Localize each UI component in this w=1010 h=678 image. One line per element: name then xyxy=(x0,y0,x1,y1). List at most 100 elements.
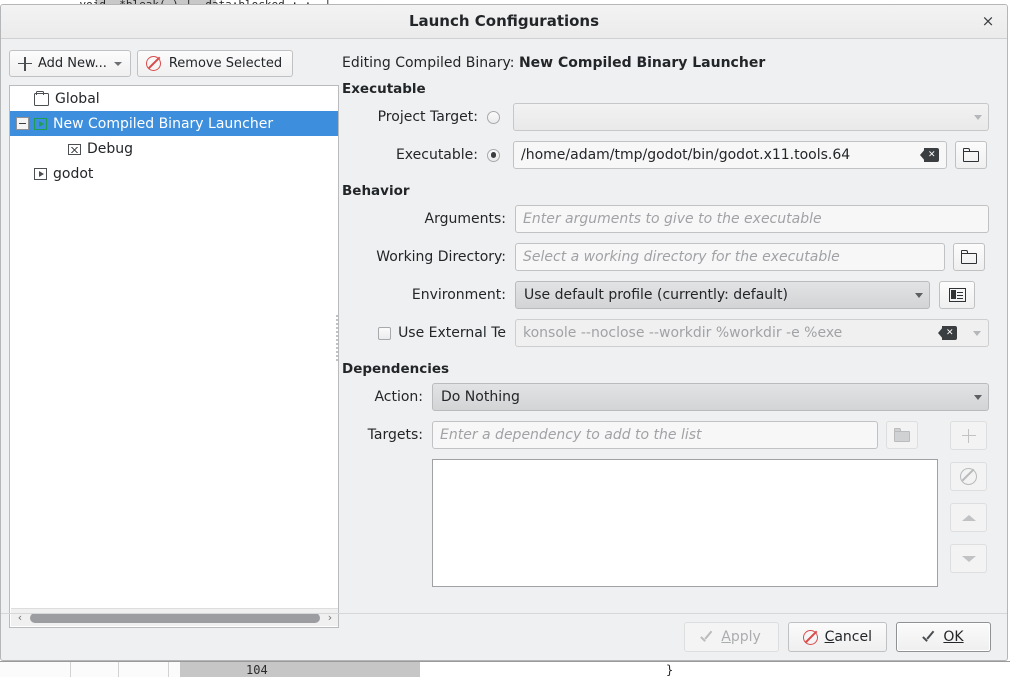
environment-value: Use default profile (currently: default) xyxy=(524,287,788,303)
working-directory-label: Working Directory: xyxy=(342,249,515,265)
cancel-button[interactable]: Cancel xyxy=(788,622,887,652)
ban-icon xyxy=(960,468,977,485)
configurations-tree[interactable]: Global New Compiled Binary Launcher Debu… xyxy=(9,85,339,628)
targets-input[interactable]: Enter a dependency to add to the list xyxy=(432,421,878,449)
working-directory-placeholder: Select a working directory for the execu… xyxy=(523,249,840,265)
remove-selected-label: Remove Selected xyxy=(169,56,282,71)
background-bottom-selection xyxy=(180,662,420,677)
external-terminal-row: Use External Te konsole --noclose --work… xyxy=(342,319,1002,347)
configuration-editor-pane: Editing Compiled Binary: New Compiled Bi… xyxy=(342,50,1002,628)
executable-radio[interactable] xyxy=(487,149,500,162)
ok-button[interactable]: OK xyxy=(896,622,991,652)
group-header-behavior: Behavior xyxy=(342,183,1002,199)
targets-label: Targets: xyxy=(342,427,432,443)
arguments-row: Arguments: Enter arguments to give to th… xyxy=(342,205,1002,233)
apply-mnemonic: A xyxy=(721,629,731,645)
add-new-label: Add New... xyxy=(38,56,107,71)
targets-list[interactable] xyxy=(432,459,938,587)
chevron-down-icon xyxy=(974,115,982,120)
collapse-expander-icon[interactable] xyxy=(16,117,29,130)
browse-targets-button[interactable] xyxy=(886,421,918,449)
remove-selected-button[interactable]: Remove Selected xyxy=(137,50,293,77)
project-target-select[interactable] xyxy=(513,103,989,131)
environment-label: Environment: xyxy=(342,287,515,303)
chevron-down-icon[interactable] xyxy=(973,331,981,336)
check-icon xyxy=(923,633,936,642)
external-terminal-command-value: konsole --noclose --workdir %workdir -e … xyxy=(523,325,842,341)
targets-side-buttons xyxy=(950,421,987,573)
ban-icon xyxy=(146,56,161,71)
executable-path-input[interactable]: /home/adam/tmp/godot/bin/godot.x11.tools… xyxy=(513,141,947,169)
add-target-button[interactable] xyxy=(950,421,987,450)
project-target-radio[interactable] xyxy=(487,111,500,124)
plus-icon xyxy=(962,429,976,443)
executable-path-value: /home/adam/tmp/godot/bin/godot.x11.tools… xyxy=(521,147,850,163)
chevron-down-icon xyxy=(974,395,982,400)
action-select[interactable]: Do Nothing xyxy=(432,383,989,411)
browse-working-directory-button[interactable] xyxy=(953,243,985,271)
tree-item-label: Debug xyxy=(87,141,133,157)
folder-icon xyxy=(963,149,979,162)
folder-icon xyxy=(34,93,49,106)
arguments-placeholder: Enter arguments to give to the executabl… xyxy=(523,211,822,227)
background-divider xyxy=(70,662,71,677)
configurations-toolbar: Add New... Remove Selected xyxy=(9,50,339,77)
browse-executable-button[interactable] xyxy=(955,141,987,169)
chevron-down-icon xyxy=(962,556,976,562)
dialog-titlebar: Launch Configurations × xyxy=(1,5,1007,39)
tree-item-godot[interactable]: godot xyxy=(10,161,338,186)
move-target-up-button[interactable] xyxy=(950,503,987,532)
profile-editor-icon xyxy=(949,288,966,302)
play-green-icon xyxy=(34,118,47,130)
chevron-down-icon xyxy=(114,62,122,66)
external-terminal-command-input[interactable]: konsole --noclose --workdir %workdir -e … xyxy=(515,319,989,347)
configurations-pane: Add New... Remove Selected Global New Co… xyxy=(9,50,339,628)
tree-item-global[interactable]: Global xyxy=(10,86,338,111)
executable-row: Executable: /home/adam/tmp/godot/bin/god… xyxy=(342,141,1002,169)
chevron-up-icon xyxy=(962,515,976,521)
action-row: Action: Do Nothing xyxy=(342,383,1002,411)
background-divider xyxy=(118,662,119,677)
group-header-executable: Executable xyxy=(342,81,1002,97)
tree-item-debug[interactable]: Debug xyxy=(10,136,338,161)
environment-select[interactable]: Use default profile (currently: default) xyxy=(515,281,930,309)
ok-label: OK xyxy=(943,629,963,645)
executable-label: Executable: xyxy=(342,147,487,163)
edit-environment-profiles-button[interactable] xyxy=(939,281,975,309)
launch-configurations-dialog: Launch Configurations × Add New... Remov… xyxy=(0,4,1008,661)
background-closing-brace: } xyxy=(666,663,673,677)
tree-item-new-compiled-binary-launcher[interactable]: New Compiled Binary Launcher xyxy=(10,111,338,136)
play-gray-icon xyxy=(34,168,47,180)
clear-icon[interactable]: ✕ xyxy=(921,148,939,162)
close-icon[interactable]: × xyxy=(975,9,1001,33)
apply-label-rest: pply xyxy=(731,629,761,645)
use-external-terminal-checkbox[interactable] xyxy=(378,327,391,340)
folder-icon xyxy=(961,251,977,264)
working-directory-input[interactable]: Select a working directory for the execu… xyxy=(515,243,945,271)
environment-row: Environment: Use default profile (curren… xyxy=(342,281,1002,309)
arguments-input[interactable]: Enter arguments to give to the executabl… xyxy=(515,205,989,233)
editing-prefix: Editing Compiled Binary: xyxy=(342,55,515,71)
dialog-title: Launch Configurations xyxy=(1,5,1007,38)
cancel-label-rest: ancel xyxy=(834,629,872,645)
background-divider xyxy=(168,662,169,677)
apply-button[interactable]: Apply xyxy=(684,622,779,652)
clear-icon[interactable]: ✕ xyxy=(939,326,957,340)
add-new-button[interactable]: Add New... xyxy=(9,50,131,77)
background-line-number: 104 xyxy=(246,663,268,677)
remove-target-button[interactable] xyxy=(950,462,987,491)
pane-splitter[interactable] xyxy=(334,50,339,628)
move-target-down-button[interactable] xyxy=(950,544,987,573)
arguments-label: Arguments: xyxy=(342,211,515,227)
action-label: Action: xyxy=(342,389,432,405)
check-icon xyxy=(701,633,714,642)
editing-header: Editing Compiled Binary: New Compiled Bi… xyxy=(342,55,1002,71)
folder-icon xyxy=(894,429,910,442)
tree-item-label: godot xyxy=(53,166,93,182)
tree-item-label: Global xyxy=(55,91,100,107)
debug-icon xyxy=(68,144,81,155)
project-target-label: Project Target: xyxy=(342,109,487,125)
working-directory-row: Working Directory: Select a working dire… xyxy=(342,243,1002,271)
action-value: Do Nothing xyxy=(441,389,520,405)
project-target-row: Project Target: xyxy=(342,103,1002,131)
